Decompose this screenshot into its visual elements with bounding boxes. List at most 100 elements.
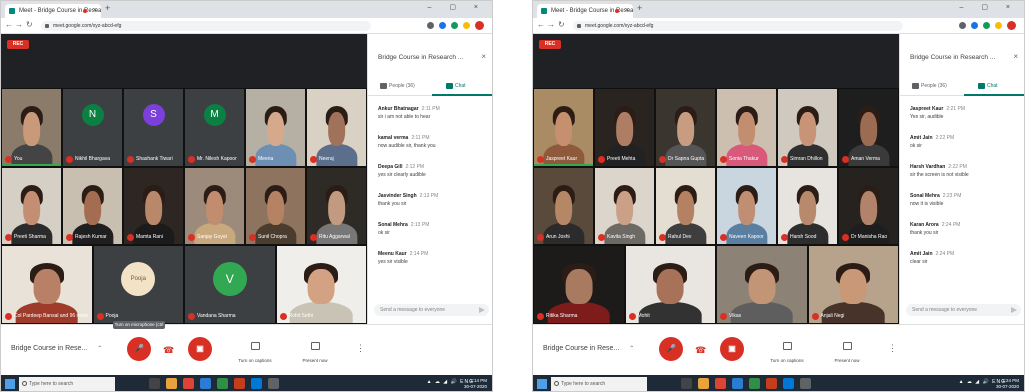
more-options-icon[interactable]: ⋮ bbox=[888, 343, 897, 354]
camera-toggle-button[interactable]: ▣ bbox=[720, 337, 744, 361]
new-tab-icon[interactable]: + bbox=[105, 3, 110, 13]
browser-tab[interactable]: Meet - Bridge Course in Research × bbox=[537, 4, 633, 18]
word-icon[interactable] bbox=[732, 378, 743, 389]
powerpoint-icon[interactable] bbox=[766, 378, 777, 389]
chat-message-input[interactable]: Send a message to everyone bbox=[906, 304, 1021, 316]
camera-toggle-button[interactable]: ▣ bbox=[188, 337, 212, 361]
word-icon[interactable] bbox=[200, 378, 211, 389]
close-icon[interactable]: × bbox=[1013, 52, 1018, 61]
leave-call-button[interactable]: ☎ bbox=[695, 345, 706, 356]
participant-tile[interactable]: Dr Manisha Rao bbox=[838, 166, 899, 246]
participant-tile[interactable]: Preeti Mehta bbox=[594, 88, 655, 167]
participant-tile[interactable]: Vikas bbox=[716, 245, 808, 324]
captions-button[interactable]: Turn on captions bbox=[231, 337, 279, 363]
forward-arrow-icon[interactable]: → bbox=[15, 20, 23, 29]
tab-chat[interactable]: Chat bbox=[978, 83, 998, 89]
meeting-details-button[interactable]: Bridge Course in Rese... ⌃ bbox=[543, 345, 634, 352]
tab-close-icon[interactable]: × bbox=[625, 4, 629, 18]
microphone-toggle-button[interactable]: 🎤 bbox=[127, 337, 151, 361]
edge-icon[interactable] bbox=[783, 378, 794, 389]
extension-icon[interactable] bbox=[971, 22, 978, 29]
taskbar-search[interactable]: Type here to search bbox=[19, 377, 115, 391]
taskbar-clock[interactable]: 2:24 PM 30-07-2020 bbox=[996, 378, 1019, 390]
tab-chat[interactable]: Chat bbox=[446, 83, 466, 89]
participant-tile[interactable]: Simran Dhillon bbox=[777, 88, 838, 167]
extension-icon[interactable] bbox=[983, 22, 990, 29]
participant-tile[interactable]: Sanjay Goyal bbox=[184, 166, 245, 246]
participant-tile[interactable]: Mamta Rani bbox=[123, 166, 184, 246]
participant-tile[interactable]: Neeraj bbox=[306, 88, 367, 167]
chrome-icon[interactable] bbox=[715, 378, 726, 389]
leave-call-button[interactable]: ☎ bbox=[163, 345, 174, 356]
extension-icon[interactable] bbox=[959, 22, 966, 29]
participant-tile[interactable]: Rahul Dev bbox=[655, 166, 716, 246]
app-icon[interactable] bbox=[800, 378, 811, 389]
profile-avatar[interactable] bbox=[475, 21, 484, 30]
window-controls[interactable]: – ▢ × bbox=[960, 3, 1018, 11]
more-options-icon[interactable]: ⋮ bbox=[356, 343, 365, 354]
tab-close-icon[interactable]: × bbox=[93, 4, 97, 18]
participant-tile[interactable]: M Mr. Nilesh Kapoor bbox=[184, 88, 245, 167]
participant-tile[interactable]: N Nikhil Bhargava bbox=[62, 88, 123, 167]
browser-tab[interactable]: Meet - Bridge Course in Research × bbox=[5, 4, 101, 18]
excel-icon[interactable] bbox=[217, 378, 228, 389]
chrome-icon[interactable] bbox=[183, 378, 194, 389]
task-view-icon[interactable] bbox=[681, 378, 692, 389]
excel-icon[interactable] bbox=[749, 378, 760, 389]
present-now-button[interactable]: Present now bbox=[291, 337, 339, 363]
extension-icon[interactable] bbox=[463, 22, 470, 29]
participant-tile[interactable]: V Vandana Sharma bbox=[184, 245, 276, 324]
file-explorer-icon[interactable] bbox=[166, 378, 177, 389]
send-icon[interactable] bbox=[479, 307, 485, 313]
edge-icon[interactable] bbox=[251, 378, 262, 389]
extension-icon[interactable] bbox=[427, 22, 434, 29]
profile-avatar[interactable] bbox=[1007, 21, 1016, 30]
captions-button[interactable]: Turn on captions bbox=[763, 337, 811, 363]
back-arrow-icon[interactable]: ← bbox=[5, 20, 13, 29]
new-tab-icon[interactable]: + bbox=[637, 3, 642, 13]
participant-tile[interactable]: Dr Sapna Gupta bbox=[655, 88, 716, 167]
extension-icon[interactable] bbox=[439, 22, 446, 29]
extension-icon[interactable] bbox=[451, 22, 458, 29]
participant-tile[interactable]: Anjali Negi bbox=[807, 245, 899, 324]
address-bar[interactable]: meet.google.com/xyz-abcd-efg bbox=[573, 21, 903, 31]
tab-people[interactable]: People (36) bbox=[912, 83, 947, 89]
file-explorer-icon[interactable] bbox=[698, 378, 709, 389]
participant-tile[interactable]: Rajesh Kumar bbox=[62, 166, 123, 246]
participant-tile[interactable]: Pooja Pooja bbox=[92, 245, 184, 324]
participant-tile[interactable]: Naveen Kapoor bbox=[716, 166, 777, 246]
participant-tile[interactable]: S Shashank Tiwari bbox=[123, 88, 184, 167]
task-view-icon[interactable] bbox=[149, 378, 160, 389]
powerpoint-icon[interactable] bbox=[234, 378, 245, 389]
taskbar-search[interactable]: Type here to search bbox=[551, 377, 647, 391]
participant-tile[interactable]: Mohit bbox=[624, 245, 716, 324]
participant-tile[interactable]: Meena bbox=[245, 88, 306, 167]
close-icon[interactable]: × bbox=[481, 52, 486, 61]
window-controls[interactable]: – ▢ × bbox=[428, 3, 486, 11]
participant-tile[interactable]: Ritu Aggarwal bbox=[306, 166, 367, 246]
participant-tile[interactable]: Ritika Sharma bbox=[533, 245, 625, 324]
reload-icon[interactable]: ↻ bbox=[558, 20, 565, 29]
address-bar[interactable]: meet.google.com/xyz-abcd-efg bbox=[41, 21, 371, 31]
participant-tile[interactable]: Col Pardeep Bansal and 96 more bbox=[1, 245, 93, 324]
present-now-button[interactable]: Present now bbox=[823, 337, 871, 363]
tab-people[interactable]: People (36) bbox=[380, 83, 415, 89]
forward-arrow-icon[interactable]: → bbox=[547, 20, 555, 29]
send-icon[interactable] bbox=[1011, 307, 1017, 313]
participant-tile[interactable]: You bbox=[1, 88, 62, 167]
app-icon[interactable] bbox=[268, 378, 279, 389]
participant-tile[interactable]: Preeti Sharma bbox=[1, 166, 62, 246]
taskbar-clock[interactable]: 2:14 PM 30-07-2020 bbox=[464, 378, 487, 390]
extension-icon[interactable] bbox=[995, 22, 1002, 29]
participant-tile[interactable]: Sonia Thakur bbox=[716, 88, 777, 167]
participant-tile[interactable]: Arun Joshi bbox=[533, 166, 594, 246]
participant-tile[interactable]: Harsh Sood bbox=[777, 166, 838, 246]
participant-tile[interactable]: Kavita Singh bbox=[594, 166, 655, 246]
microphone-toggle-button[interactable]: 🎤 bbox=[659, 337, 683, 361]
back-arrow-icon[interactable]: ← bbox=[537, 20, 545, 29]
windows-start-icon[interactable] bbox=[5, 379, 15, 389]
participant-tile[interactable]: Aman Verma bbox=[838, 88, 899, 167]
reload-icon[interactable]: ↻ bbox=[26, 20, 33, 29]
participant-tile[interactable]: Jaspreet Kaur bbox=[533, 88, 594, 167]
participant-tile[interactable]: Rohit Sethi bbox=[275, 245, 367, 324]
